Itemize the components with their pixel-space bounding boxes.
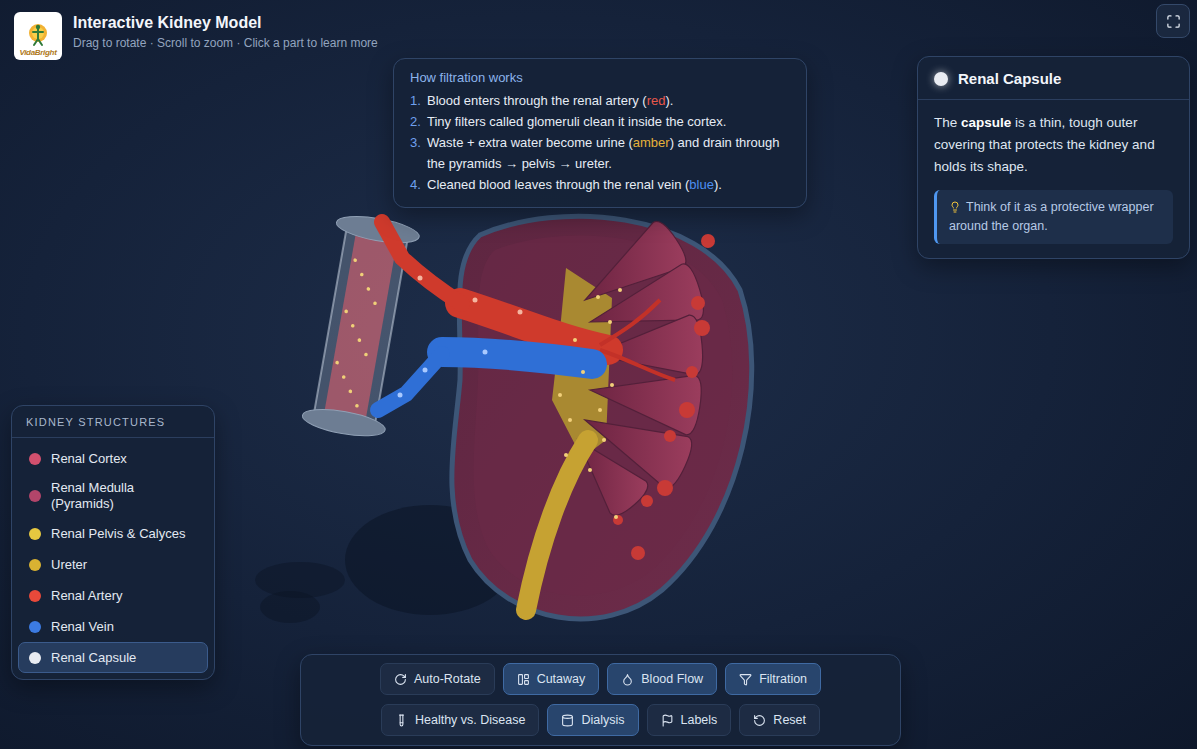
toolbar-button-icon bbox=[661, 714, 674, 727]
legend-dot bbox=[29, 590, 41, 602]
legend-item[interactable]: Renal Capsule bbox=[18, 642, 208, 673]
step-number: 3. bbox=[410, 132, 422, 174]
toolbar-button[interactable]: Cutaway bbox=[503, 663, 600, 695]
legend-dot bbox=[29, 528, 41, 540]
logo-text: VidaBright bbox=[19, 49, 56, 57]
legend-title: KIDNEY STRUCTURES bbox=[12, 406, 214, 438]
legend-label: Renal Capsule bbox=[51, 650, 136, 666]
flow-particles bbox=[398, 276, 623, 520]
step-text: Tiny filters called glomeruli clean it i… bbox=[427, 111, 726, 132]
filtration-step: 1.Blood enters through the renal artery … bbox=[410, 90, 790, 111]
logo: VidaBright bbox=[14, 12, 62, 60]
renal-vein[interactable] bbox=[378, 352, 592, 410]
toolbar-button-icon bbox=[739, 673, 752, 686]
toolbar-row: Auto-Rotate Cutaway Blood Flow Filtration bbox=[380, 663, 821, 695]
info-text: The capsule is a thin, tough outer cover… bbox=[934, 112, 1173, 178]
legend-dot bbox=[29, 559, 41, 571]
toolbar-button-label: Filtration bbox=[759, 672, 807, 686]
fullscreen-button[interactable] bbox=[1156, 4, 1190, 38]
filtration-step: 3.Waste + extra water become urine (ambe… bbox=[410, 132, 790, 174]
app-title: Interactive Kidney Model bbox=[73, 14, 378, 32]
legend-dot bbox=[29, 652, 41, 664]
legend-item[interactable]: Renal Cortex bbox=[18, 443, 208, 474]
toolbar-button-icon bbox=[753, 714, 766, 727]
toolbar-button[interactable]: Healthy vs. Disease bbox=[381, 704, 539, 736]
legend-label: Renal Medulla (Pyramids) bbox=[51, 480, 197, 512]
color-word: red bbox=[647, 93, 666, 108]
toolbar-button-label: Cutaway bbox=[537, 672, 586, 686]
glomeruli bbox=[613, 234, 715, 560]
tip-box: Think of it as a protective wrapper arou… bbox=[934, 190, 1173, 244]
toolbar-button[interactable]: Reset bbox=[739, 704, 820, 736]
toolbar-button-label: Reset bbox=[773, 713, 806, 727]
step-number: 4. bbox=[410, 174, 422, 195]
toolbar-button-icon bbox=[621, 673, 634, 686]
app-subtitle: Drag to rotate · Scroll to zoom · Click … bbox=[73, 36, 378, 50]
legend-panel: KIDNEY STRUCTURES Renal Cortex Renal Medul… bbox=[11, 405, 215, 680]
info-text-part: The bbox=[934, 115, 961, 130]
toolbar-button-label: Labels bbox=[681, 713, 718, 727]
legend-label: Renal Pelvis & Calyces bbox=[51, 526, 185, 542]
toolbar-button-label: Healthy vs. Disease bbox=[415, 713, 525, 727]
legend-item[interactable]: Ureter bbox=[18, 549, 208, 580]
toolbar-button-label: Blood Flow bbox=[641, 672, 703, 686]
legend-label: Ureter bbox=[51, 557, 87, 573]
info-text-part: capsule bbox=[961, 115, 1011, 130]
color-word: blue bbox=[689, 177, 714, 192]
toolbar-button[interactable]: Filtration bbox=[725, 663, 821, 695]
ureter[interactable] bbox=[526, 440, 588, 610]
info-body: The capsule is a thin, tough outer cover… bbox=[918, 100, 1189, 258]
title-block: Interactive Kidney Model Drag to rotate ·… bbox=[73, 12, 378, 50]
toolbar-button-icon bbox=[395, 714, 408, 727]
toolbar-button[interactable]: Auto-Rotate bbox=[380, 663, 495, 695]
legend-dot bbox=[29, 490, 41, 502]
filtration-panel: How filtration works 1.Blood enters throu… bbox=[393, 58, 807, 208]
step-number: 1. bbox=[410, 90, 422, 111]
toolbar-button[interactable]: Blood Flow bbox=[607, 663, 717, 695]
legend-item[interactable]: Renal Pelvis & Calyces bbox=[18, 518, 208, 549]
filtration-steps: 1.Blood enters through the renal artery … bbox=[410, 90, 790, 195]
step-number: 2. bbox=[410, 111, 422, 132]
kidney-app: VidaBright Interactive Kidney Model Drag t… bbox=[0, 0, 1197, 749]
color-word: amber bbox=[633, 135, 670, 150]
legend-item[interactable]: Renal Vein bbox=[18, 611, 208, 642]
toolbar-button[interactable]: Labels bbox=[647, 704, 732, 736]
legend-dot bbox=[29, 453, 41, 465]
renal-capsule[interactable] bbox=[452, 216, 752, 619]
step-text: Blood enters through the renal artery (r… bbox=[427, 90, 673, 111]
step-text: Waste + extra water become urine (amber)… bbox=[427, 132, 790, 174]
fullscreen-icon bbox=[1166, 14, 1181, 29]
toolbar-button[interactable]: Dialysis bbox=[547, 704, 638, 736]
toolbar-button-icon bbox=[517, 673, 530, 686]
legend-dot bbox=[29, 621, 41, 633]
toolbar-button-icon bbox=[394, 673, 407, 686]
legend-label: Renal Vein bbox=[51, 619, 114, 635]
toolbar-row: Healthy vs. Disease Dialysis Labels Reset bbox=[381, 704, 820, 736]
filtration-title: How filtration works bbox=[410, 70, 790, 85]
legend-item[interactable]: Renal Artery bbox=[18, 580, 208, 611]
legend-list: Renal Cortex Renal Medulla (Pyramids) Rena… bbox=[12, 438, 214, 679]
info-title: Renal Capsule bbox=[958, 70, 1061, 87]
filtration-step: 4.Cleaned blood leaves through the renal… bbox=[410, 174, 790, 195]
info-dot bbox=[934, 72, 948, 86]
renal-artery[interactable] bbox=[382, 222, 675, 380]
step-text: Cleaned blood leaves through the renal v… bbox=[427, 174, 722, 195]
lightbulb-icon bbox=[949, 201, 961, 213]
toolbar-button-icon bbox=[561, 714, 574, 727]
legend-label: Renal Artery bbox=[51, 588, 123, 604]
logo-sun-icon bbox=[23, 19, 53, 49]
info-panel: Renal Capsule The capsule is a thin, toug… bbox=[917, 56, 1190, 259]
filtration-step: 2.Tiny filters called glomeruli clean it… bbox=[410, 111, 790, 132]
toolbar: Auto-Rotate Cutaway Blood Flow Filtration He… bbox=[300, 654, 901, 746]
legend-label: Renal Cortex bbox=[51, 451, 127, 467]
legend-item[interactable]: Renal Medulla (Pyramids) bbox=[18, 474, 208, 518]
toolbar-button-label: Auto-Rotate bbox=[414, 672, 481, 686]
info-header: Renal Capsule bbox=[918, 57, 1189, 100]
toolbar-button-label: Dialysis bbox=[581, 713, 624, 727]
